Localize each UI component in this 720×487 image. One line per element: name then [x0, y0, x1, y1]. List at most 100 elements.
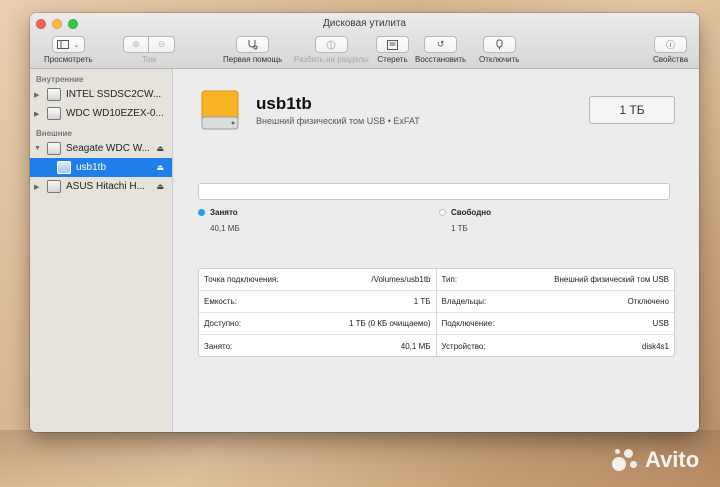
info-row: Устройство: disk4s1	[437, 335, 675, 357]
info-key: Устройство:	[441, 341, 486, 351]
free-legend-label: Свободно	[451, 208, 491, 217]
erase-button[interactable]	[376, 36, 409, 53]
used-legend-value: 40,1 МБ	[210, 224, 240, 233]
first-aid-label: Первая помощь	[223, 55, 283, 64]
remove-volume-icon: ⊖	[157, 39, 166, 49]
info-table: Точка подключения: /Volumes/usb1tb Емкост…	[198, 268, 675, 357]
stethoscope-icon	[248, 40, 258, 50]
info-key: Емкость:	[204, 297, 237, 306]
info-row: Точка подключения: /Volumes/usb1tb	[199, 269, 436, 291]
used-legend: Занято 40,1 МБ	[198, 208, 240, 233]
volume-segmented-control: ⊕ ⊖	[123, 36, 175, 53]
info-column-right: Тип: Внешний физический том USB Владельцы…	[436, 269, 675, 357]
info-row: Владельцы: Отключено	[436, 291, 674, 313]
free-legend-value: 1 ТБ	[451, 224, 468, 233]
sidebar-item-asus-hitachi[interactable]: ▶ ASUS Hitachi H... ⏏	[30, 177, 172, 196]
remove-volume-button[interactable]: ⊖	[149, 36, 175, 53]
usb-drive-icon	[201, 90, 239, 130]
first-aid-control[interactable]: Первая помощь	[223, 36, 282, 64]
sidebar-view-icon	[57, 40, 70, 49]
sidebar: Внутренние ▶ INTEL SSDSC2CW... ▶ WDC WD1…	[30, 69, 173, 432]
sidebar-item-label: usb1tb	[76, 162, 107, 173]
info-control[interactable]: ⓘ Свойства	[653, 36, 688, 64]
info-value: Внешний физический том USB	[554, 275, 669, 284]
eject-icon[interactable]: ⏏	[156, 144, 164, 153]
external-disk-icon	[47, 142, 61, 155]
sidebar-section-internal: Внутренние	[36, 75, 84, 84]
info-label: Свойства	[653, 55, 689, 64]
disclosure-triangle-icon[interactable]: ▶	[30, 91, 42, 99]
restore-control[interactable]: ↺ Восстановить	[415, 36, 466, 64]
internal-disk-icon	[47, 88, 61, 101]
partition-label: Разбить на разделы	[294, 55, 369, 64]
unmount-control[interactable]: Отключить	[479, 36, 519, 64]
disclosure-triangle-icon[interactable]: ▶	[30, 110, 42, 118]
eject-icon[interactable]: ⏏	[156, 163, 164, 172]
free-legend: Свободно 1 ТБ	[439, 208, 491, 233]
add-volume-button[interactable]: ⊕	[123, 36, 149, 53]
toolbar: Дисковая утилита ⌄ Просмотреть ⊕ ⊖ Том П…	[30, 13, 699, 69]
unmount-icon	[496, 39, 503, 50]
erase-disk-icon	[387, 39, 398, 50]
sidebar-item-wdc-hdd[interactable]: ▶ WDC WD10EZEX-0...	[30, 104, 172, 123]
view-control[interactable]: ⌄ Просмотреть	[44, 36, 93, 64]
partition-control[interactable]: Разбить на разделы	[294, 36, 369, 64]
unmount-button[interactable]	[482, 36, 516, 53]
info-row: Тип: Внешний физический том USB	[436, 269, 674, 291]
sidebar-item-label: ASUS Hitachi H...	[66, 181, 145, 192]
view-button[interactable]: ⌄	[51, 36, 85, 53]
sidebar-item-label: Seagate WDC W...	[66, 143, 150, 154]
info-value: /Volumes/usb1tb	[371, 275, 431, 284]
sidebar-item-label: WDC WD10EZEX-0...	[66, 108, 164, 119]
sidebar-item-intel-ssd[interactable]: ▶ INTEL SSDSC2CW...	[30, 85, 172, 104]
sidebar-item-seagate[interactable]: ▼ Seagate WDC W... ⏏	[30, 139, 172, 158]
window-title: Дисковая утилита	[323, 18, 406, 29]
eject-icon[interactable]: ⏏	[156, 182, 164, 191]
unmount-label: Отключить	[479, 55, 520, 64]
first-aid-button[interactable]	[236, 36, 270, 53]
volume-detail-pane: usb1tb Внешний физический том USB • ExFA…	[173, 69, 699, 432]
used-color-dot	[198, 209, 205, 216]
info-key: Тип:	[441, 275, 458, 284]
avito-logo-icon	[612, 447, 640, 473]
add-volume-icon: ⊕	[132, 39, 140, 49]
restore-button[interactable]: ↺	[424, 36, 458, 53]
avito-watermark: Avito	[612, 447, 699, 473]
avito-watermark-text: Avito	[645, 447, 700, 472]
disclosure-triangle-icon[interactable]: ▶	[30, 183, 42, 191]
volume-description: Внешний физический том USB • ExFAT	[256, 116, 420, 126]
info-value: USB	[652, 319, 669, 328]
partition-button[interactable]	[314, 36, 348, 53]
info-row: Занято: 40,1 МБ	[199, 335, 436, 357]
external-disk-icon	[47, 180, 61, 193]
volume-name: usb1tb	[256, 94, 312, 113]
info-button[interactable]: ⓘ	[654, 36, 688, 53]
chevron-down-icon: ⌄	[73, 41, 80, 49]
info-value: 40,1 МБ	[400, 341, 431, 351]
disk-utility-window: Дисковая утилита ⌄ Просмотреть ⊕ ⊖ Том П…	[30, 13, 699, 432]
erase-control[interactable]: Стереть	[376, 36, 409, 64]
info-row: Подключение: USB	[436, 313, 674, 335]
restore-label: Восстановить	[415, 55, 467, 64]
info-key: Занято:	[204, 341, 233, 351]
sidebar-item-usb1tb[interactable]: usb1tb ⏏	[30, 158, 172, 177]
pie-partition-icon	[326, 40, 336, 49]
restore-arrow-icon: ↺	[436, 39, 445, 49]
view-label: Просмотреть	[44, 55, 93, 64]
volume-label: Том	[141, 55, 157, 64]
info-row: Доступно: 1 ТБ (0 КБ очищаемо)	[199, 313, 436, 335]
info-value: 1 ТБ	[413, 297, 431, 306]
disclosure-triangle-open-icon[interactable]: ▼	[30, 145, 42, 152]
volume-control[interactable]: ⊕ ⊖ Том	[123, 36, 175, 64]
info-value: Отключено	[627, 297, 669, 306]
info-value: 1 ТБ (0 КБ очищаемо)	[348, 319, 431, 328]
internal-disk-icon	[47, 107, 61, 120]
used-legend-label: Занято	[210, 208, 238, 217]
volume-icon	[57, 161, 71, 174]
sidebar-item-label: INTEL SSDSC2CW...	[66, 89, 162, 100]
info-key: Подключение:	[441, 319, 495, 328]
usage-bar	[198, 183, 670, 200]
capacity-badge: 1 ТБ	[589, 96, 675, 124]
info-key: Точка подключения:	[204, 275, 279, 284]
free-color-dot	[439, 209, 446, 216]
